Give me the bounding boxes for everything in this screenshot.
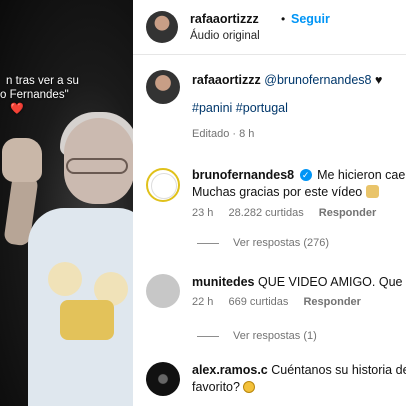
shirt-bear-print [48,262,82,296]
shirt-overalls-print [60,300,114,340]
avatar[interactable] [146,11,178,43]
glasses-shape [66,158,128,174]
comment-text: favorito? [192,380,240,394]
comment-time: 23 h [192,207,214,219]
comment-username[interactable]: munitedes [192,275,255,289]
edited-timestamp: Editado · 8 h [192,128,255,140]
hashtags[interactable]: #panini #portugal [192,101,288,115]
replies-divider [197,335,219,337]
comment-username[interactable]: brunofernandes8 [192,168,294,182]
grimacing-emoji-icon [243,381,256,393]
header-username[interactable]: rafaaortizzz [190,12,259,26]
avatar[interactable] [146,70,180,104]
like-count[interactable]: 669 curtidas [228,296,288,308]
comment: brunofernandes8 ✓ Me hicieron caer Mucha… [192,167,406,201]
comments-panel: rafaaortizzz • Seguir Áudio original raf… [133,0,406,406]
comment-text: QUE VIDEO AMIGO. Que m [258,275,406,289]
view-replies-button[interactable]: Ver respostas (1) [197,330,317,342]
follow-button[interactable]: Seguir [291,12,330,26]
video-caption: n tras ver a su o Fernandes" ❤️ [0,74,133,116]
avatar[interactable] [146,362,180,396]
comment: munitedes QUE VIDEO AMIGO. Que m [192,274,406,291]
comment-text: Me hicieron caer [317,168,406,182]
caption-line: o Fernandes" [0,89,69,101]
comment-text: Muchas gracias por este vídeo [192,185,363,199]
avatar[interactable] [146,274,180,308]
comment-meta: 22 h 669 curtidas Responder [192,296,373,308]
heart-icon: ♥ [374,73,383,87]
mention-link[interactable]: @brunofernandes8 [264,73,371,87]
caption-line: ❤️ [10,103,24,115]
raised-fist [2,138,42,182]
video-panel[interactable]: n tras ver a su o Fernandes" ❤️ [0,0,133,406]
comment-meta: 23 h 28.282 curtidas Responder [192,207,388,219]
comment: alex.ramos.c Cuéntanos su historia del f… [192,362,406,396]
separator-dot: • [281,12,286,26]
like-count[interactable]: 28.282 curtidas [228,207,303,219]
reply-button[interactable]: Responder [303,296,360,308]
post-username[interactable]: rafaaortizzz [192,73,261,87]
view-replies-label: Ver respostas (276) [233,237,329,249]
face-holding-back-tears-emoji-icon [365,185,379,198]
caption-line: n tras ver a su [6,75,79,87]
view-replies-label: Ver respostas (1) [233,330,317,342]
comment-text: Cuéntanos su historia del [271,363,406,377]
comment-time: 22 h [192,296,214,308]
instagram-post-view: n tras ver a su o Fernandes" ❤️ rafaaort… [0,0,406,406]
replies-divider [197,242,219,244]
post-caption: rafaaortizzz @brunofernandes8 ♥ [192,73,382,87]
reply-button[interactable]: Responder [319,207,376,219]
verified-badge-icon: ✓ [299,169,312,181]
post-header: rafaaortizzz • Seguir Áudio original [133,0,406,55]
avatar[interactable] [146,168,180,202]
comment-username[interactable]: alex.ramos.c [192,363,268,377]
audio-link[interactable]: Áudio original [190,30,260,42]
view-replies-button[interactable]: Ver respostas (276) [197,237,329,249]
